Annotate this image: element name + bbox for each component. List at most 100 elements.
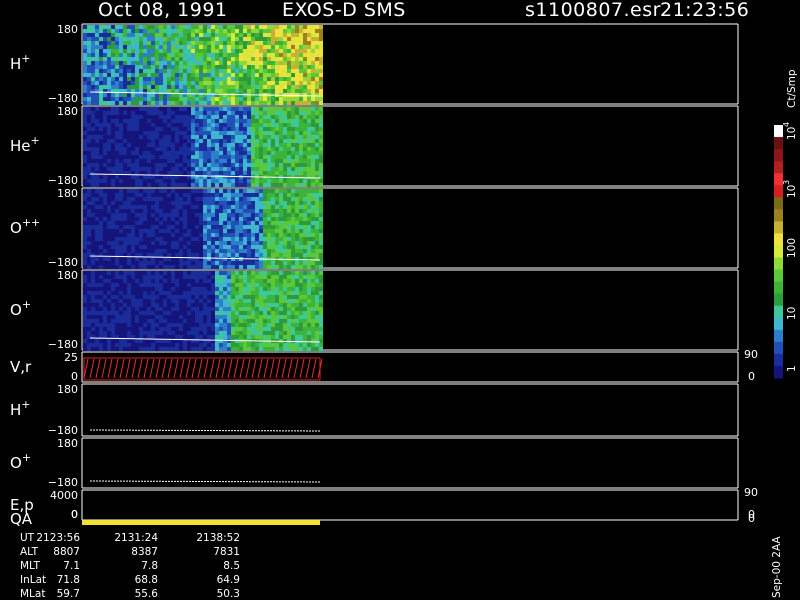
heatmap-cell <box>83 131 87 135</box>
heatmap-cell <box>203 69 207 73</box>
heatmap-cell <box>259 119 263 123</box>
heatmap-cell <box>119 237 123 241</box>
heatmap-cell <box>235 45 239 49</box>
heatmap-cell <box>211 279 215 283</box>
heatmap-cell <box>111 279 115 283</box>
heatmap-cell <box>267 275 271 279</box>
heatmap-cell <box>87 225 91 229</box>
heatmap-cell <box>143 291 147 295</box>
heatmap-cell <box>271 237 275 241</box>
heatmap-cell <box>279 343 283 347</box>
heatmap-cell <box>191 233 195 237</box>
heatmap-cell <box>123 139 127 143</box>
heatmap-cell <box>135 249 139 253</box>
heatmap-cell <box>95 303 99 307</box>
heatmap-cell <box>215 123 219 127</box>
heatmap-cell <box>147 193 151 197</box>
heatmap-cell <box>179 45 183 49</box>
heatmap-cell <box>119 115 123 119</box>
heatmap-cell <box>207 315 211 319</box>
heatmap-cell <box>111 237 115 241</box>
heatmap-cell <box>119 155 123 159</box>
heatmap-cell <box>291 115 295 119</box>
heatmap-cell <box>235 291 239 295</box>
heatmap-cell <box>247 201 251 205</box>
heatmap-cell <box>159 237 163 241</box>
heatmap-cell <box>315 331 319 335</box>
heatmap-cell <box>207 123 211 127</box>
heatmap-cell <box>243 127 247 131</box>
heatmap-cell <box>203 111 207 115</box>
footer-table: UT 2123:56 2131:24 2138:52ALT 8807 8387 7831ML… <box>20 532 240 600</box>
heatmap-cell <box>271 323 275 327</box>
heatmap-cell <box>183 65 187 69</box>
heatmap-cell <box>267 315 271 319</box>
heatmap-cell <box>223 143 227 147</box>
heatmap-cell <box>91 45 95 49</box>
heatmap-cell <box>295 197 299 201</box>
heatmap-cell <box>123 261 127 265</box>
heatmap-cell <box>131 245 135 249</box>
heatmap-cell <box>155 81 159 85</box>
heatmap-cell <box>135 155 139 159</box>
heatmap-cell <box>227 127 231 131</box>
heatmap-cell <box>203 123 207 127</box>
heatmap-cell <box>299 261 303 265</box>
right-tick-top: 90 <box>744 486 758 499</box>
heatmap-cell <box>175 253 179 257</box>
heatmap-cell <box>159 135 163 139</box>
heatmap-cell <box>143 283 147 287</box>
heatmap-cell <box>263 41 267 45</box>
heatmap-cell <box>251 57 255 61</box>
heatmap-cell <box>103 237 107 241</box>
heatmap-cell <box>311 139 315 143</box>
heatmap-cell <box>127 159 131 163</box>
heatmap-cell <box>103 339 107 343</box>
heatmap-cell <box>167 319 171 323</box>
heatmap-cell <box>147 93 151 97</box>
heatmap-cell <box>231 331 235 335</box>
heatmap-cell <box>139 41 143 45</box>
heatmap-cell <box>179 89 183 93</box>
heatmap-cell <box>267 119 271 123</box>
heatmap-cell <box>127 163 131 167</box>
panel-label-base: He <box>10 137 31 155</box>
heatmap-cell <box>107 93 111 97</box>
heatmap-cell <box>175 205 179 209</box>
heatmap-cell <box>111 175 115 179</box>
heatmap-cell <box>155 299 159 303</box>
heatmap-cell <box>163 315 167 319</box>
heatmap-cell <box>91 283 95 287</box>
heatmap-cell <box>287 179 291 183</box>
footer-value: 8807 <box>53 546 80 558</box>
heatmap-cell <box>95 343 99 347</box>
heatmap-cell <box>259 221 263 225</box>
heatmap-cell <box>95 167 99 171</box>
heatmap-cell <box>187 209 191 213</box>
heatmap-cell <box>307 193 311 197</box>
heatmap-cell <box>107 205 111 209</box>
heatmap-cell <box>115 143 119 147</box>
heatmap-cell <box>167 311 171 315</box>
heatmap-cell <box>147 245 151 249</box>
heatmap-cell <box>307 143 311 147</box>
heatmap-cell <box>195 29 199 33</box>
heatmap-cell <box>123 323 127 327</box>
heatmap-cell <box>115 179 119 183</box>
heatmap-cell <box>111 343 115 347</box>
heatmap-cell <box>219 291 223 295</box>
heatmap-cell <box>263 57 267 61</box>
heatmap-cell <box>299 151 303 155</box>
heatmap-cell <box>263 45 267 49</box>
heatmap-cell <box>135 53 139 57</box>
heatmap-cell <box>179 253 183 257</box>
heatmap-cell <box>271 179 275 183</box>
heatmap-cell <box>159 41 163 45</box>
heatmap-cell <box>215 315 219 319</box>
heatmap-cell <box>219 155 223 159</box>
heatmap-cell <box>107 193 111 197</box>
heatmap-cell <box>123 315 127 319</box>
heatmap-cell <box>255 127 259 131</box>
heatmap-cell <box>171 279 175 283</box>
heatmap-cell <box>215 241 219 245</box>
